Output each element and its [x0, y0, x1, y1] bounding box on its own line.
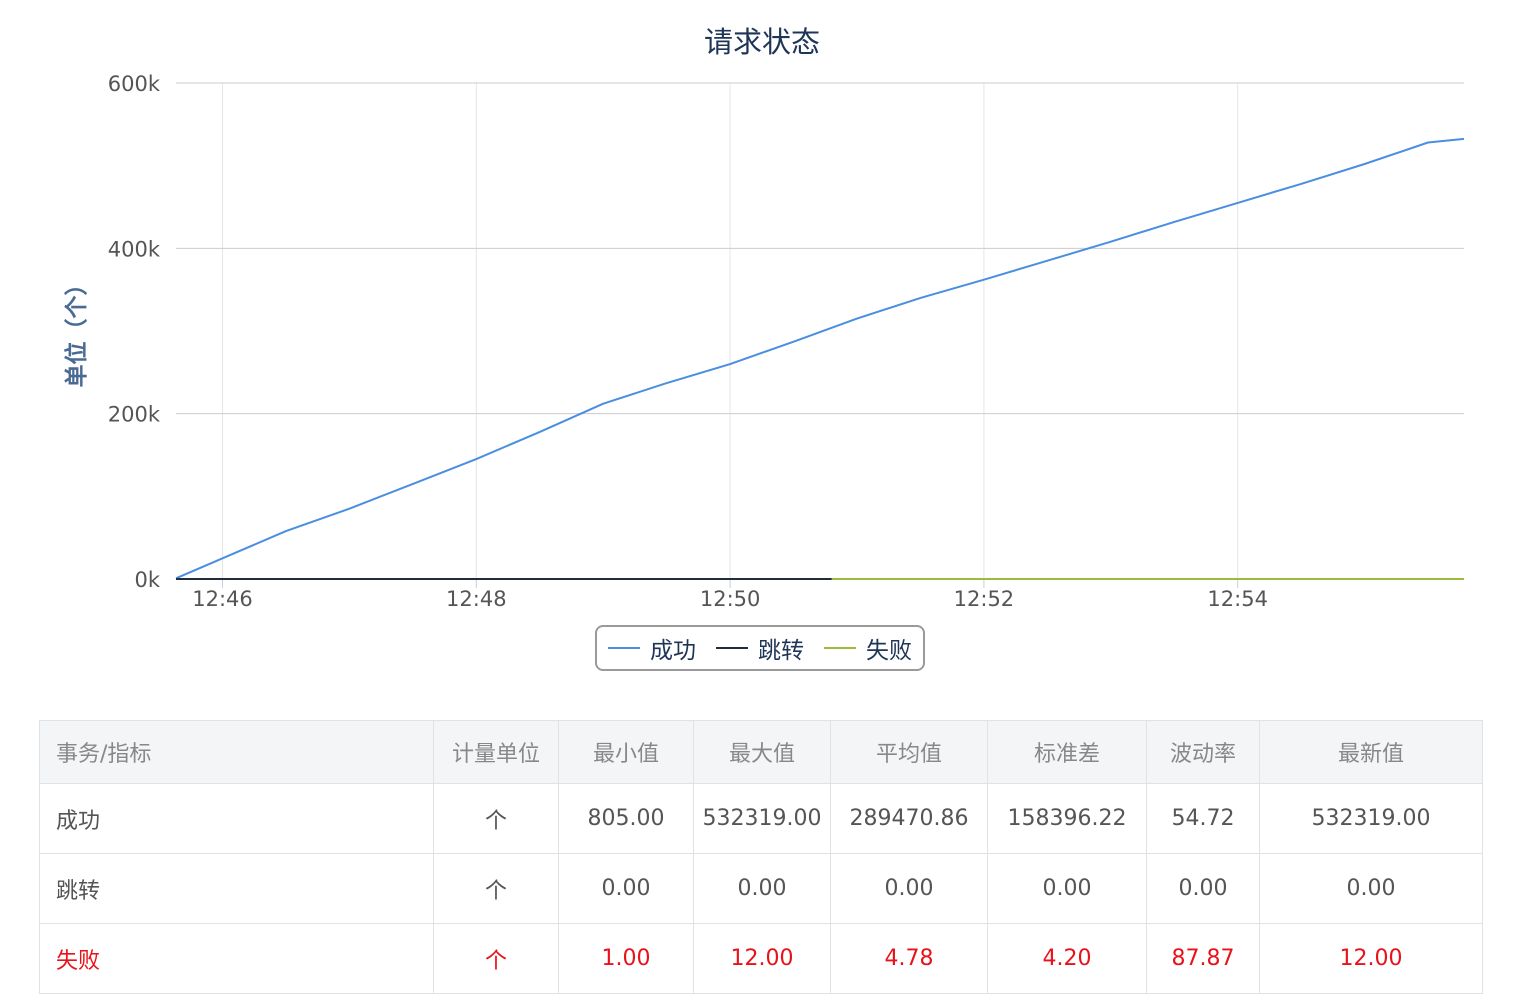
cell-max: 0.00: [693, 853, 831, 924]
x-tick-label: 12:50: [700, 587, 761, 611]
y-axis-label: 单位（个）: [63, 273, 90, 388]
col-header-volatility: 波动率: [1146, 720, 1260, 784]
col-header-min: 最小值: [558, 720, 694, 784]
x-axis-ticks: 12:46 12:48 12:50 12:52 12:54: [192, 579, 1268, 611]
col-header-metric: 事务/指标: [39, 720, 434, 784]
metrics-table: 事务/指标 计量单位 最小值 最大值 平均值 标准差 波动率 最新值 成功 个 …: [39, 720, 1483, 994]
chart-title: 请求状态: [704, 25, 820, 59]
cell-latest: 0.00: [1259, 853, 1483, 924]
x-tick-label: 12:52: [954, 587, 1015, 611]
gridlines: [176, 82, 1464, 580]
table-row-success: 成功 个 805.00 532319.00 289470.86 158396.2…: [39, 783, 1483, 854]
table-row-redirect: 跳转 个 0.00 0.00 0.00 0.00 0.00 0.00: [39, 853, 1483, 924]
cell-stddev: 0.00: [987, 853, 1147, 924]
legend-label-success: 成功: [650, 638, 696, 664]
cell-max: 12.00: [693, 923, 831, 994]
series-lines: [175, 137, 1465, 580]
y-tick-label: 0k: [134, 568, 160, 592]
cell-volatility: 54.72: [1146, 783, 1260, 854]
cell-min: 1.00: [558, 923, 694, 994]
cell-volatility: 0.00: [1146, 853, 1260, 924]
legend-item-failure[interactable]: 失败: [824, 631, 912, 665]
col-header-stddev: 标准差: [987, 720, 1147, 784]
y-tick-label: 200k: [108, 403, 161, 427]
x-tick-label: 12:48: [446, 587, 507, 611]
legend: 成功 跳转 失败: [595, 625, 925, 671]
cell-mean: 4.78: [830, 923, 988, 994]
legend-item-success[interactable]: 成功: [608, 631, 696, 665]
x-tick-label: 12:54: [1207, 587, 1268, 611]
legend-swatch-success: [608, 647, 640, 649]
legend-item-redirect[interactable]: 跳转: [716, 631, 804, 665]
col-header-max: 最大值: [693, 720, 831, 784]
cell-metric: 成功: [39, 783, 434, 854]
cell-stddev: 4.20: [987, 923, 1147, 994]
table-header-row: 事务/指标 计量单位 最小值 最大值 平均值 标准差 波动率 最新值: [39, 720, 1483, 784]
request-status-chart: 请求状态 0k 200k 400k 600k 12:46 12:48 12:50 12:52…: [63, 25, 1465, 611]
y-axis-ticks: 0k 200k 400k 600k: [108, 72, 161, 592]
cell-min: 805.00: [558, 783, 694, 854]
cell-mean: 0.00: [830, 853, 988, 924]
cell-unit: 个: [433, 783, 559, 854]
x-tick-label: 12:46: [192, 587, 253, 611]
cell-latest: 12.00: [1259, 923, 1483, 994]
cell-volatility: 87.87: [1146, 923, 1260, 994]
cell-unit: 个: [433, 853, 559, 924]
series-line-0: [175, 137, 1465, 580]
legend-label-redirect: 跳转: [758, 638, 804, 664]
table-row-failure: 失败 个 1.00 12.00 4.78 4.20 87.87 12.00: [39, 923, 1483, 994]
cell-metric: 失败: [39, 923, 434, 994]
legend-label-failure: 失败: [866, 638, 912, 664]
cell-max: 532319.00: [693, 783, 831, 854]
cell-metric: 跳转: [39, 853, 434, 924]
y-tick-label: 600k: [108, 72, 161, 96]
y-tick-label: 400k: [108, 237, 161, 261]
cell-stddev: 158396.22: [987, 783, 1147, 854]
cell-unit: 个: [433, 923, 559, 994]
cell-mean: 289470.86: [830, 783, 988, 854]
cell-min: 0.00: [558, 853, 694, 924]
legend-swatch-failure: [824, 647, 856, 649]
col-header-unit: 计量单位: [433, 720, 559, 784]
col-header-latest: 最新值: [1259, 720, 1483, 784]
legend-swatch-redirect: [716, 647, 748, 649]
col-header-mean: 平均值: [830, 720, 988, 784]
cell-latest: 532319.00: [1259, 783, 1483, 854]
